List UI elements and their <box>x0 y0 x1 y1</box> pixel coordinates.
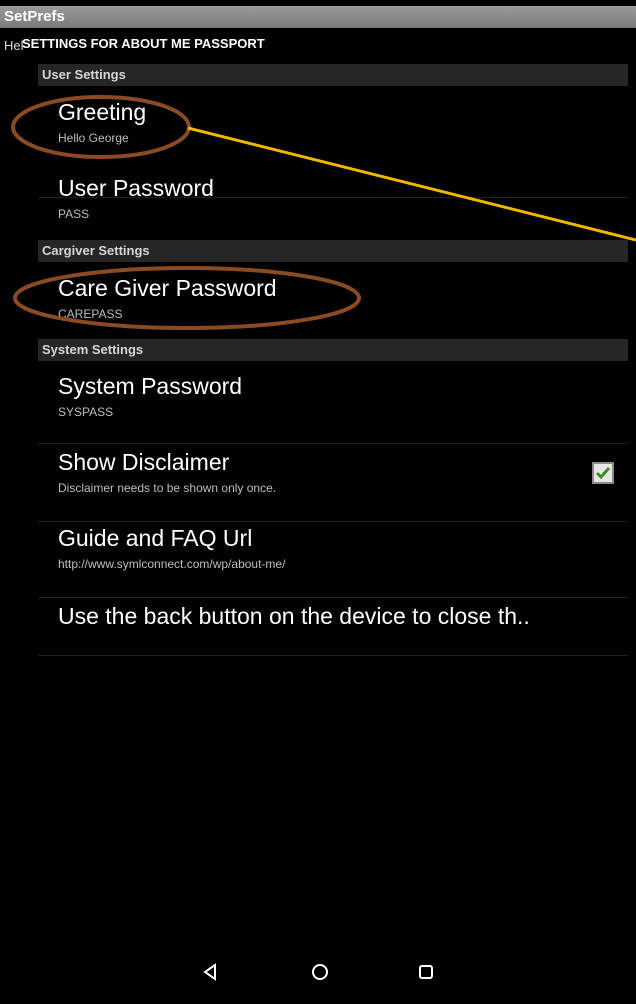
pref-guide-faq-url[interactable]: Guide and FAQ Url http://www.symlconnect… <box>38 524 628 598</box>
pref-user-password-title: User Password <box>58 175 214 201</box>
pref-greeting-summary: Hello George <box>58 131 129 145</box>
category-user-settings: User Settings <box>38 64 628 86</box>
pref-guide-faq-url-title: Guide and FAQ Url <box>58 525 253 551</box>
pref-caregiver-password[interactable]: Care Giver Password CAREPASS <box>38 274 628 346</box>
clipped-label: Hel <box>4 38 24 53</box>
recents-icon <box>419 965 433 979</box>
dialog-title: SETTINGS FOR ABOUT ME PASSPORT <box>22 36 265 51</box>
pref-system-password-summary: SYSPASS <box>58 405 114 419</box>
nav-recents-button[interactable] <box>412 958 440 986</box>
nav-home-button[interactable] <box>306 958 334 986</box>
nav-back-button[interactable] <box>196 958 224 986</box>
pref-show-disclaimer[interactable]: Show Disclaimer Disclaimer needs to be s… <box>38 448 628 522</box>
app-title: SetPrefs <box>4 8 65 25</box>
pref-user-password[interactable]: User Password PASS <box>38 174 628 246</box>
pref-system-password-title: System Password <box>58 373 243 399</box>
back-icon <box>203 963 216 981</box>
pref-caregiver-password-summary: CAREPASS <box>58 307 123 321</box>
category-caregiver-settings: Cargiver Settings <box>38 240 628 262</box>
pref-close-instruction[interactable]: Use the back button on the device to clo… <box>38 602 628 656</box>
show-disclaimer-checkbox[interactable] <box>592 462 614 484</box>
category-system-settings: System Settings <box>38 339 628 361</box>
home-icon <box>312 964 328 980</box>
pref-caregiver-password-title: Care Giver Password <box>58 275 277 301</box>
pref-show-disclaimer-title: Show Disclaimer <box>58 449 230 475</box>
pref-show-disclaimer-summary: Disclaimer needs to be shown only once. <box>58 481 277 495</box>
system-navigation-bar <box>0 940 636 1004</box>
pref-system-password[interactable]: System Password SYSPASS <box>38 372 628 444</box>
pref-greeting-title: Greeting <box>58 99 147 125</box>
pref-user-password-summary: PASS <box>58 207 90 221</box>
app-title-bar: SetPrefs <box>0 6 636 28</box>
device-screen: SetPrefs Hel SETTINGS FOR ABOUT ME PASSP… <box>0 0 636 1004</box>
pref-guide-faq-url-summary: http://www.symlconnect.com/wp/about-me/ <box>58 557 286 571</box>
pref-close-instruction-title: Use the back button on the device to clo… <box>58 603 530 629</box>
check-icon <box>595 467 611 480</box>
